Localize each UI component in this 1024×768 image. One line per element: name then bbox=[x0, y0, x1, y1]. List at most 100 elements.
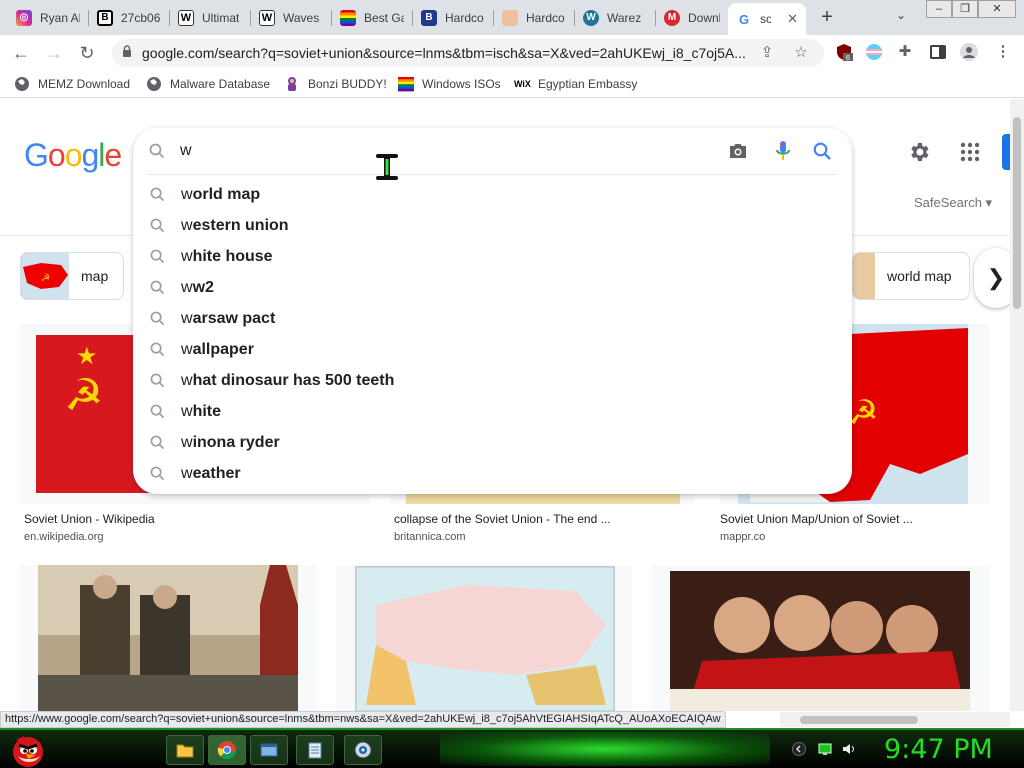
tab-6[interactable]: B Hardco bbox=[413, 5, 493, 30]
angry-bird-start-button[interactable] bbox=[8, 730, 48, 768]
result-source: en.wikipedia.org bbox=[24, 531, 104, 543]
forward-arrow-icon[interactable]: → bbox=[43, 42, 65, 64]
bookmark-bonzi-buddy[interactable]: Bonzi BUDDY! bbox=[284, 75, 387, 93]
instagram-icon: ◎ bbox=[16, 9, 32, 26]
search-icon bbox=[150, 218, 165, 233]
minimize-button[interactable]: – bbox=[926, 0, 952, 18]
chevron-down-icon[interactable]: ⌄ bbox=[896, 8, 906, 22]
tab-8[interactable]: W Warez bbox=[575, 5, 655, 30]
search-icon bbox=[149, 143, 165, 159]
bookmark-label: MEMZ Download bbox=[38, 77, 131, 91]
result-image-stalin-kremlin[interactable] bbox=[20, 565, 316, 711]
taskbar-chrome[interactable] bbox=[208, 735, 246, 765]
search-submit-icon[interactable] bbox=[813, 142, 832, 161]
notepad-icon bbox=[308, 742, 322, 759]
rainbow-flag-icon bbox=[340, 9, 356, 26]
scrollbar-thumb[interactable] bbox=[800, 716, 918, 724]
suggestion-item[interactable]: what dinosaur has 500 teeth bbox=[133, 365, 852, 396]
suggestion-item[interactable]: world map bbox=[133, 179, 852, 210]
search-input[interactable] bbox=[180, 142, 710, 160]
taskbar-notepad[interactable] bbox=[296, 735, 334, 765]
star-icon[interactable]: ☆ bbox=[792, 44, 810, 62]
browser-toolbar: ← → ↻ google.com/search?q=soviet+union&s… bbox=[0, 35, 1024, 70]
result-title[interactable]: Soviet Union Map/Union of Soviet ... bbox=[720, 512, 913, 526]
result-title[interactable]: Soviet Union - Wikipedia bbox=[24, 512, 155, 526]
suggestion-item[interactable]: warsaw pact bbox=[133, 303, 852, 334]
close-window-button[interactable]: ✕ bbox=[978, 0, 1016, 18]
vertical-scrollbar[interactable] bbox=[1010, 99, 1024, 711]
profile-avatar-icon[interactable] bbox=[960, 43, 978, 61]
chip-thumbnail: ☭ bbox=[21, 253, 69, 299]
horizontal-scrollbar[interactable] bbox=[780, 712, 1010, 727]
tab-1[interactable]: ◎ Ryan Al bbox=[8, 5, 88, 30]
taskbar-explorer[interactable] bbox=[166, 735, 204, 765]
tab-4[interactable]: W Waves bbox=[251, 5, 331, 30]
chip-label: map bbox=[81, 268, 109, 284]
reload-icon[interactable]: ↻ bbox=[76, 42, 98, 64]
bookmark-malware-database[interactable]: Malware Database bbox=[146, 75, 270, 93]
wix-icon: WiX bbox=[514, 79, 531, 89]
kebab-menu-icon[interactable]: ⋮ bbox=[994, 43, 1012, 61]
close-tab-icon[interactable]: ✕ bbox=[787, 11, 798, 27]
suggestion-item[interactable]: western union bbox=[133, 210, 852, 241]
tab-5[interactable]: Best Ga bbox=[332, 5, 412, 30]
restore-button[interactable]: ❐ bbox=[952, 0, 978, 18]
back-arrow-icon[interactable]: ← bbox=[10, 42, 32, 64]
tab-2[interactable]: B 27cb06 bbox=[89, 5, 169, 30]
result-image-communist-leaders[interactable] bbox=[652, 565, 990, 711]
text-cursor-icon bbox=[376, 154, 398, 180]
map-image bbox=[355, 566, 615, 711]
apps-grid-icon[interactable] bbox=[960, 142, 980, 162]
google-logo[interactable]: Google bbox=[24, 137, 122, 174]
scrollbar-thumb[interactable] bbox=[1013, 117, 1021, 309]
tab-label: Best Ga bbox=[364, 10, 404, 25]
chevron-left-icon[interactable] bbox=[792, 742, 806, 756]
tab-label: 27cb06 bbox=[121, 10, 161, 25]
address-bar[interactable]: google.com/search?q=soviet+union&source=… bbox=[112, 39, 824, 67]
chip-world-map[interactable]: world map bbox=[852, 252, 970, 300]
suggestion-item[interactable]: winona ryder bbox=[133, 427, 852, 458]
tab-label: Downlo bbox=[688, 10, 720, 25]
taskbar-media[interactable] bbox=[344, 735, 382, 765]
bookmark-egyptian-embassy[interactable]: WiX Egyptian Embassy bbox=[514, 75, 637, 93]
suggestion-item[interactable]: ww2 bbox=[133, 272, 852, 303]
suggestion-item[interactable]: weather bbox=[133, 458, 852, 489]
result-image-ussr-map[interactable] bbox=[336, 565, 632, 711]
chip-map[interactable]: ☭ map bbox=[20, 252, 124, 300]
tab-strip: ◎ Ryan Al B 27cb06 W Ultimat W Waves Bes… bbox=[0, 0, 1024, 35]
tab-10-active[interactable]: G sov ✕ bbox=[728, 3, 806, 35]
camera-icon[interactable] bbox=[728, 142, 748, 160]
bookmark-windows-isos[interactable]: Windows ISOs bbox=[398, 75, 501, 93]
bookmark-memz[interactable]: MEMZ Download bbox=[14, 75, 130, 93]
tab-label: Hardco bbox=[445, 10, 484, 25]
ublock-shield-icon[interactable]: 6 bbox=[835, 43, 853, 61]
gear-icon[interactable] bbox=[907, 140, 931, 164]
suggestion-item[interactable]: white bbox=[133, 396, 852, 427]
safesearch-dropdown[interactable]: SafeSearch ▾ bbox=[914, 195, 992, 211]
new-tab-button[interactable]: + bbox=[816, 6, 838, 28]
tab-7[interactable]: Hardco bbox=[494, 5, 574, 30]
tab-label: Ryan Al bbox=[40, 10, 80, 25]
search-icon bbox=[150, 249, 165, 264]
puzzle-extensions-icon[interactable]: ✚ bbox=[896, 43, 914, 61]
microphone-icon[interactable] bbox=[775, 140, 791, 162]
tab-3[interactable]: W Ultimat bbox=[170, 5, 250, 30]
speaker-icon[interactable] bbox=[842, 742, 856, 756]
taskbar-clock[interactable]: 9:47 PM bbox=[884, 734, 993, 765]
wikipedia-w-icon: W bbox=[178, 9, 194, 26]
sign-in-button[interactable] bbox=[1002, 134, 1010, 170]
svg-text:★: ★ bbox=[76, 342, 98, 370]
search-divider bbox=[147, 174, 837, 175]
bookmark-label: Windows ISOs bbox=[422, 77, 501, 91]
suggestion-item[interactable]: white house bbox=[133, 241, 852, 272]
result-title[interactable]: collapse of the Soviet Union - The end .… bbox=[394, 512, 611, 526]
network-icon[interactable] bbox=[818, 742, 832, 756]
svg-text:☭: ☭ bbox=[848, 393, 878, 433]
trans-flag-extension-icon[interactable] bbox=[865, 43, 883, 61]
share-icon[interactable]: ⇪ bbox=[758, 44, 776, 62]
suggestion-item[interactable]: wallpaper bbox=[133, 334, 852, 365]
tab-9[interactable]: M Downlo bbox=[656, 5, 728, 30]
taskbar-app-window[interactable] bbox=[250, 735, 288, 765]
side-panel-icon[interactable] bbox=[929, 43, 947, 61]
bookmark-label: Malware Database bbox=[170, 77, 271, 91]
